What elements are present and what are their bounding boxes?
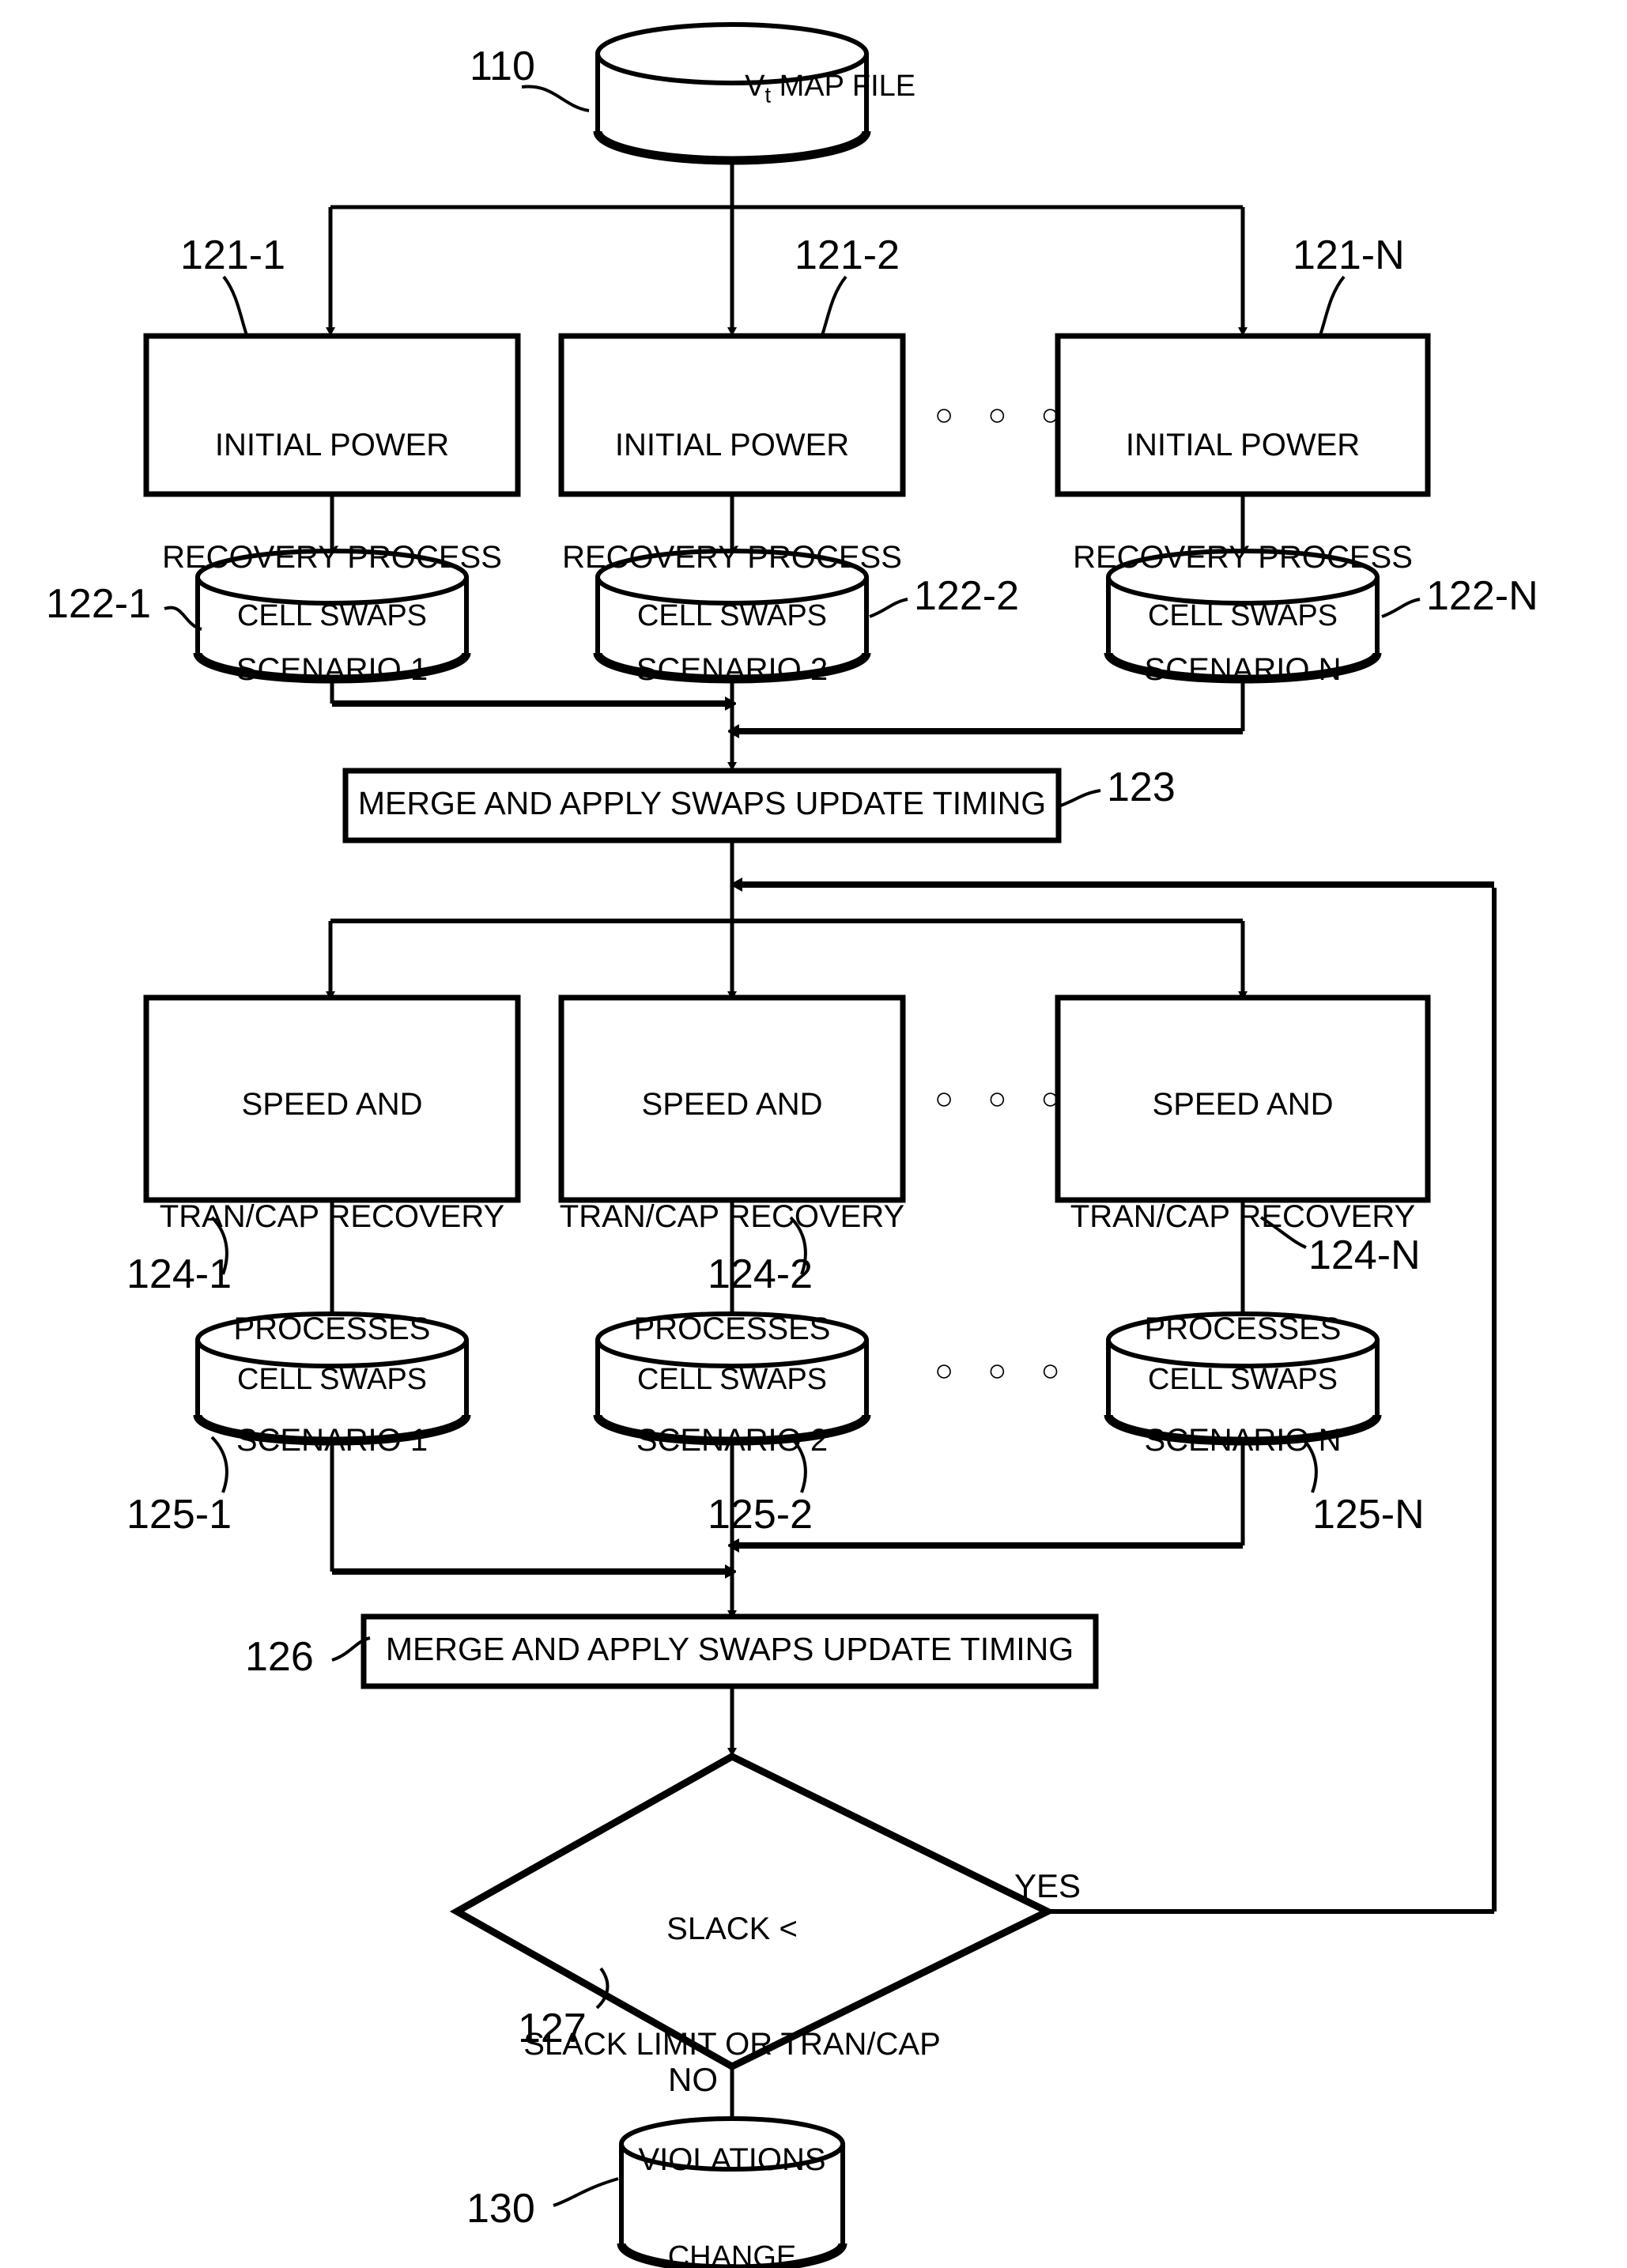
initial-power-box-1-line1: INITIAL POWER [214,428,450,463]
speed-tran-box-n-line3: PROCESSES [1144,1311,1342,1346]
ref-122-2: 122-2 [914,573,1019,619]
ref-125-1: 125-1 [126,1492,232,1538]
cell-swaps2-1-label: CELL SWAPS [236,1363,428,1396]
initial-power-box-2-label: INITIAL POWER RECOVERY PROCESS SCENARIO … [553,353,911,763]
speed-tran-box-1-scenario: SCENARIO 1 [236,1423,428,1459]
speed-tran-box-1-line1: SPEED AND [241,1087,423,1123]
change-order-file-label: CHANGE ORDER FILE [621,2168,843,2268]
cell-swaps-2-label: CELL SWAPS [636,599,828,632]
ref-121-1: 121-1 [180,232,285,278]
ref-121-2: 121-2 [795,232,900,278]
ellipsis-row1: ○ ○ ○ [934,398,1073,432]
ref-125-N: 125-N [1312,1492,1425,1538]
initial-power-box-2-line1: INITIAL POWER [614,428,850,463]
speed-tran-box-2-line3: PROCESSES [633,1311,831,1346]
decision-line1: SLACK < [666,1911,798,1946]
vt-map-file-label: Vt MAP FILE [0,41,1627,136]
ref-125-2: 125-2 [708,1492,813,1538]
initial-power-box-n-scenario: SCENARIO N [1144,651,1342,687]
initial-power-box-1-scenario: SCENARIO 1 [236,651,428,687]
speed-tran-box-n-scenario: SCENARIO N [1144,1423,1342,1459]
cell-swaps2-n-label: CELL SWAPS [1147,1363,1338,1396]
vt-map-file-text-subscript: t [764,82,772,108]
cell-swaps2-2-label: CELL SWAPS [636,1363,828,1396]
ref-124-2: 124-2 [708,1251,813,1297]
vt-map-file-text-v: V [745,70,765,103]
patent-flowchart-figure: Vt MAP FILE 110 121-1 121-2 121-N INITIA… [0,0,1627,2268]
merge-box-2-label: MERGE AND APPLY SWAPS UPDATE TIMING [385,1631,1074,1667]
change-order-file-line1: CHANGE [667,2240,797,2268]
ellipsis-row2-cylinders: ○ ○ ○ [934,1353,1073,1388]
speed-tran-box-n-line2: TRAN/CAP RECOVERY [1070,1198,1416,1234]
speed-tran-box-1-line2: TRAN/CAP RECOVERY [159,1198,505,1234]
initial-power-box-1-label: INITIAL POWER RECOVERY PROCESS SCENARIO … [146,353,518,763]
vt-map-file-text-rest: MAP FILE [771,70,916,103]
speed-tran-box-2-scenario: SCENARIO 2 [636,1423,829,1459]
cell-swaps-1-label: CELL SWAPS [236,599,428,632]
ref-126: 126 [245,1634,314,1680]
ref-130: 130 [466,2186,535,2232]
speed-tran-box-n-line1: SPEED AND [1152,1087,1334,1123]
ref-124-1: 124-1 [126,1251,232,1297]
initial-power-box-n-line2: RECOVERY PROCESS [1073,539,1413,575]
initial-power-box-n-line1: INITIAL POWER [1125,428,1361,463]
decision-no-label: NO [668,2061,718,2098]
speed-tran-box-2-line1: SPEED AND [641,1087,823,1123]
merge-box-1-label: MERGE AND APPLY SWAPS UPDATE TIMING [357,785,1047,821]
initial-power-box-2-scenario: SCENARIO 2 [636,651,829,687]
speed-tran-box-1-line3: PROCESSES [233,1311,431,1346]
ellipsis-row2-boxes: ○ ○ ○ [934,1081,1073,1116]
ref-124-N: 124-N [1308,1232,1421,1278]
ref-110: 110 [470,43,535,89]
ref-127: 127 [518,2006,587,2051]
ref-121-N: 121-N [1293,232,1405,278]
initial-power-box-1-line2: RECOVERY PROCESS [162,539,502,575]
initial-power-box-n-label: INITIAL POWER RECOVERY PROCESS SCENARIO … [1058,353,1428,763]
cell-swaps-n-label: CELL SWAPS [1147,599,1338,632]
initial-power-box-2-line2: RECOVERY PROCESS [562,539,902,575]
ref-122-1: 122-1 [46,581,151,627]
speed-tran-box-2-line2: TRAN/CAP RECOVERY [559,1198,905,1234]
decision-yes-label: YES [1014,1867,1082,1904]
ref-123: 123 [1107,764,1176,810]
ref-122-N: 122-N [1426,573,1538,619]
